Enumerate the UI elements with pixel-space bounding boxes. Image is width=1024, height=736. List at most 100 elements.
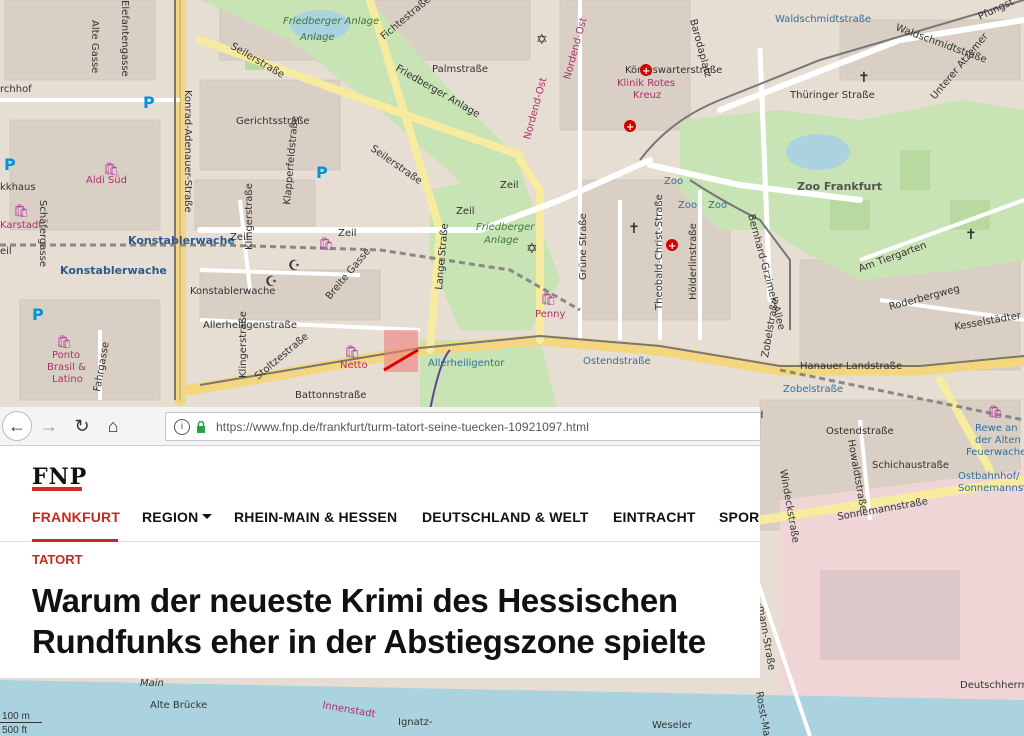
church-icon: ✝ [628,221,640,237]
map-label: rchhof [0,84,32,95]
svg-text:+: + [668,241,676,252]
map-label: Waldschmidtstraße [775,14,871,25]
map-label: Zeil [456,206,475,217]
scale-imperial: 500 ft [2,725,28,736]
map-label: Zoo [678,200,697,211]
map-label: Ostendstraße [583,356,651,367]
active-nav-underline [32,539,118,542]
map-label: eil [0,246,12,257]
map-label: Theobald-Christ-Straße [654,194,665,311]
map-label: Ostendstraße [826,426,894,437]
map-label: Grüne Straße [578,213,589,280]
map-label: Ostbahnhof/ [958,471,1020,482]
map-label: Konstablerwache [128,234,235,247]
map-label: Hanauer Landstraße [800,361,902,372]
map-label: Zoo [664,176,683,187]
article-page: FNP FRANKFURT REGION RHEIN-MAIN & HESSEN… [0,446,760,678]
map-label: Ponto [52,350,80,361]
logo-underline [32,487,82,491]
map-label: Feuerwache [966,447,1024,458]
map-label: kkhaus [0,182,36,193]
map-label: Karstadt [0,220,42,231]
map-label: Netto [340,360,368,371]
svg-text:+: + [642,66,650,77]
shop-icon: 🛍 [103,161,120,177]
nav-item-sport[interactable]: SPORT [719,509,759,525]
church-icon: ✝ [965,227,977,243]
parking-icon: P [32,305,44,324]
map-label: Konstablerwache [190,286,275,297]
lock-icon [196,420,206,433]
nav-item-deutschland-welt[interactable]: DEUTSCHLAND & WELT [422,509,589,525]
synagogue-icon: ✡ [536,32,548,48]
map-label: Schichaustraße [872,460,949,471]
map-label: Konrad-Adenauer-Straße [182,90,193,213]
scale-line [0,722,42,723]
map-label: Zeil [500,180,519,191]
shop-icon: 🛍 [56,334,73,350]
map-label: Brasil & [47,362,86,373]
nav-item-region[interactable]: REGION [142,509,213,525]
mosque-icon: ☪ [288,258,301,274]
url-text: https://www.fnp.de/frankfurt/turm-tatort… [216,419,589,434]
parking-icon: P [4,155,16,174]
map-label: Sonnemannstraße [958,483,1024,494]
shop-icon: 🛍 [540,291,557,307]
scale-metric: 100 m [2,711,30,722]
map-label: Schäfergasse [37,200,48,267]
article-kicker[interactable]: TATORT [32,552,83,567]
map-label: Friedberger Anlage [283,16,379,27]
arrow-right-icon[interactable]: → [36,413,62,439]
map-label: Klinik Rotes [617,78,675,89]
map-label: Kreuz [633,90,661,101]
map-label: Elefantengasse [119,0,130,77]
article-headline[interactable]: Warum der neueste Krimi des Hessischen R… [32,580,752,662]
map-label: Friedberger [476,222,535,233]
map-label: Latino [52,374,83,385]
parking-icon: P [143,93,155,112]
mosque-icon: ☪ [265,274,278,290]
address-bar[interactable]: i https://www.fnp.de/frankfurt/turm-tato… [165,412,761,441]
map-label: Weseler [652,720,693,731]
browser-toolbar: ← → ↻ ⌂ i https://www.fnp.de/frankfurt/t… [0,407,761,446]
map-label: der Alten [975,435,1021,446]
shop-icon: 🛍 [344,344,361,360]
map-scale: 100 m 500 ft [0,708,60,736]
home-icon[interactable]: ⌂ [100,413,126,439]
nav-item-rhein-main[interactable]: RHEIN-MAIN & HESSEN [234,509,397,525]
svg-text:+: + [626,122,634,133]
map-label: Main [140,678,164,689]
map-label: Hölderlinstraße [688,223,699,300]
nav-item-frankfurt[interactable]: FRANKFURT [32,509,120,525]
map-label: Alte Gasse [89,20,100,73]
nav-item-region-label: REGION [142,509,199,525]
info-icon[interactable]: i [174,418,190,435]
map-label: Alte Brücke [150,700,207,711]
map-label: Deutschherrn [960,680,1024,691]
map-label: Palmstraße [432,64,488,75]
nav-item-eintracht[interactable]: EINTRACHT [613,509,696,525]
caret-down-icon [202,514,213,519]
map-label: Anlage [299,32,335,43]
map-label: Rewe an [975,423,1018,434]
map-label: Klingerstraße [238,311,249,378]
shop-icon: 🛍 [318,236,335,252]
arrow-left-icon[interactable]: ← [2,411,32,441]
synagogue-icon: ✡ [526,241,538,257]
map-label: Zeil [338,228,357,239]
map-label: Anlage [483,235,519,246]
map-label: Klingerstraße [244,183,255,250]
map-label: Zobelstraße [783,384,843,395]
map-label: Thüringer Straße [789,90,875,101]
map-label: Zoo [708,200,727,211]
reload-icon[interactable]: ↻ [69,413,95,439]
map-label: Allerheiligentor [428,358,505,369]
main-navigation: FRANKFURT REGION RHEIN-MAIN & HESSEN DEU… [0,501,760,542]
map-label: Allerheiligenstraße [203,320,297,331]
map-label: Ignatz- [398,717,433,728]
map-label: Battonnstraße [295,390,366,401]
map-label: Zoo Frankfurt [797,180,882,193]
shop-icon: 🛍 [987,404,1004,420]
church-icon: ✝ [858,70,870,86]
map-label: Konstablerwache [60,264,167,277]
